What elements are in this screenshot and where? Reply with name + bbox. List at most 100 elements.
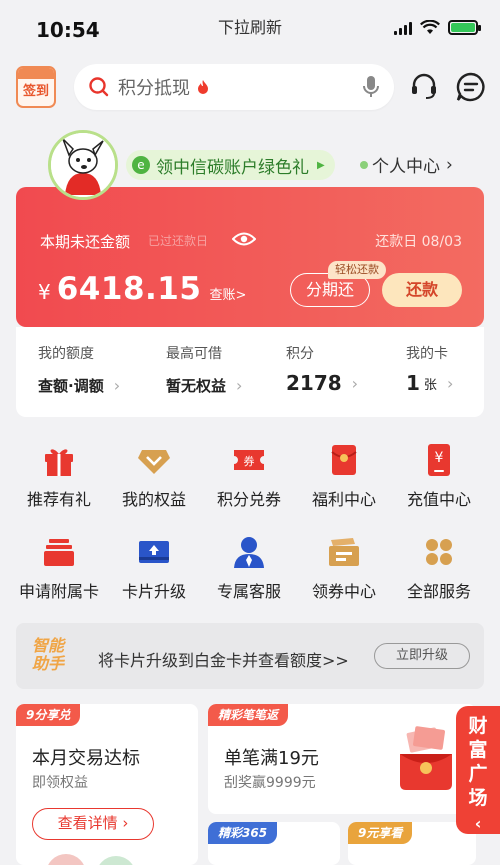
signin-button[interactable]: 签到: [16, 66, 56, 108]
search-input[interactable]: 积分抵现: [74, 64, 394, 110]
chevron-right-icon: ›: [236, 376, 243, 395]
easy-repay-tag: 轻松还款: [328, 261, 386, 279]
stat-label: 最高可借: [166, 346, 222, 362]
headset-icon[interactable]: [410, 72, 438, 100]
stat-my-cards[interactable]: 我的卡 1 张 ›: [406, 343, 453, 395]
grid-item-recharge[interactable]: ¥ 充值中心: [391, 442, 487, 510]
cellular-signal-icon: [394, 21, 412, 35]
leaf-icon: e: [132, 156, 150, 174]
grid-label: 领券中心: [311, 582, 376, 601]
grid-label: 积分兑券: [216, 490, 281, 509]
diamond-icon: [138, 450, 170, 474]
svg-text:券: 券: [244, 454, 255, 468]
decor-circle: [46, 854, 86, 865]
grid-item-supplementary-card[interactable]: 申请附属卡: [11, 534, 107, 602]
mascot-avatar-icon: [51, 133, 115, 197]
agent-icon: [234, 537, 264, 568]
currency-symbol: ¥: [38, 280, 51, 304]
view-details-button[interactable]: 查看详情 ›: [32, 808, 154, 840]
stat-label: 我的额度: [38, 346, 94, 362]
overdue-label: 已过还款日: [148, 234, 209, 248]
wealth-square-label: 财富广场: [468, 715, 488, 809]
stat-value: 1: [406, 371, 420, 395]
grid-label: 我的权益: [121, 490, 186, 509]
stat-value: 暂无权益: [166, 377, 227, 395]
wealth-square-tab[interactable]: 财富广场 ‹: [456, 706, 500, 834]
promo-card-lottery[interactable]: 精彩笔笔返 单笔满19元 刮奖赢9999元: [208, 704, 476, 814]
promo-subtitle: 刮奖赢9999元: [224, 775, 316, 791]
ticket-icon: [329, 538, 359, 566]
grid-item-points-coupon[interactable]: 券 积分兑券: [201, 442, 297, 510]
grid-item-referral[interactable]: 推荐有礼: [11, 442, 107, 510]
upgrade-now-button[interactable]: 立即升级: [374, 643, 470, 669]
stat-max-loan[interactable]: 最高可借 暂无权益 ›: [166, 343, 242, 396]
check-bill-link[interactable]: 查账>: [209, 284, 246, 303]
promo-tag: 9分享兑: [16, 704, 81, 726]
dot-icon: [360, 160, 368, 169]
battery-icon: [448, 20, 481, 35]
chevron-left-icon: ‹: [474, 814, 482, 833]
promo-subtitle: 即领权益: [32, 775, 88, 791]
grid-item-welfare[interactable]: 福利中心: [296, 442, 392, 510]
personal-center-link[interactable]: 个人中心 ›: [360, 152, 453, 177]
recharge-icon: ¥: [428, 444, 450, 476]
chevron-right-icon: ›: [446, 373, 454, 393]
grid-label: 推荐有礼: [26, 490, 91, 509]
stat-points[interactable]: 积分 2178 ›: [286, 343, 358, 395]
decor-circle: [96, 856, 136, 865]
avatar[interactable]: [48, 130, 118, 200]
due-date: 还款日 08/03: [375, 234, 462, 250]
bill-amount: ¥ 6418.15 查账>: [38, 271, 246, 307]
play-arrow-icon: ▶: [317, 159, 325, 171]
promo-tag: 精彩笔笔返: [208, 704, 289, 726]
grid-item-customer-service[interactable]: 专属客服: [201, 534, 297, 602]
svg-text:¥: ¥: [435, 450, 444, 466]
grid-item-benefits[interactable]: 我的权益: [106, 442, 202, 510]
stat-value: 查额·调额: [38, 377, 104, 395]
stat-unit: 张: [423, 377, 437, 393]
all-services-icon: [426, 539, 452, 565]
red-envelope-icon: [400, 726, 452, 790]
stat-label: 我的卡: [406, 346, 448, 362]
gift-icon: [45, 449, 73, 476]
message-icon[interactable]: [456, 72, 486, 102]
promo-title: 本月交易达标: [32, 748, 140, 769]
promo-title: 单笔满19元: [224, 748, 319, 769]
grid-item-coupon-center[interactable]: 领券中心: [296, 534, 392, 602]
grid-item-all-services[interactable]: 全部服务: [391, 534, 487, 602]
stat-credit-limit[interactable]: 我的额度 查额·调额 ›: [38, 343, 120, 396]
carbon-account-text: 领中信碳账户绿色礼: [156, 157, 309, 178]
stat-value: 2178: [286, 371, 342, 395]
carbon-account-pill[interactable]: e 领中信碳账户绿色礼 ▶: [126, 150, 335, 180]
chevron-right-icon: ›: [446, 154, 453, 175]
smart-assistant-logo: 智能助手: [32, 636, 65, 673]
bill-label: 本期未还金额: [40, 233, 131, 251]
personal-center-label: 个人中心: [372, 157, 440, 177]
stats-card: 我的额度 查额·调额 › 最高可借 暂无权益 › 积分 2178 › 我的卡 1 张 ›: [16, 327, 484, 417]
stat-label: 积分: [286, 346, 314, 362]
card-stack-icon: [44, 539, 74, 566]
card-upgrade-icon: [139, 541, 169, 563]
status-icons: [394, 20, 481, 35]
chevron-right-icon: ›: [351, 373, 359, 393]
bill-card[interactable]: 本期未还金额 已过还款日 还款日 08/03 ¥ 6418.15 查账> 分期还…: [16, 187, 484, 327]
banner-text: 将卡片升级到白金卡并查看额度>>: [98, 651, 349, 670]
amount-value: 6418.15: [56, 271, 202, 307]
grid-label: 申请附属卡: [18, 582, 99, 601]
grid-label: 充值中心: [406, 490, 471, 509]
promo-card-transaction[interactable]: 9分享兑 本月交易达标 即领权益 查看详情 ›: [16, 704, 198, 865]
grid-label: 福利中心: [311, 490, 376, 509]
promo-card-365[interactable]: 精彩365: [208, 822, 340, 865]
search-icon: [89, 77, 109, 97]
hot-flame-icon: [198, 80, 208, 94]
microphone-icon[interactable]: [362, 75, 380, 99]
grid-label: 专属客服: [216, 582, 281, 601]
view-details-label: 查看详情: [57, 814, 118, 832]
eye-icon[interactable]: [232, 231, 256, 247]
upgrade-banner[interactable]: 智能助手 将卡片升级到白金卡并查看额度>> 立即升级: [16, 623, 484, 689]
chevron-right-icon: ›: [113, 376, 121, 395]
repay-button[interactable]: 还款: [382, 273, 462, 307]
grid-label: 卡片升级: [121, 582, 186, 601]
coupon-icon: 券: [234, 450, 264, 470]
grid-item-card-upgrade[interactable]: 卡片升级: [106, 534, 202, 602]
